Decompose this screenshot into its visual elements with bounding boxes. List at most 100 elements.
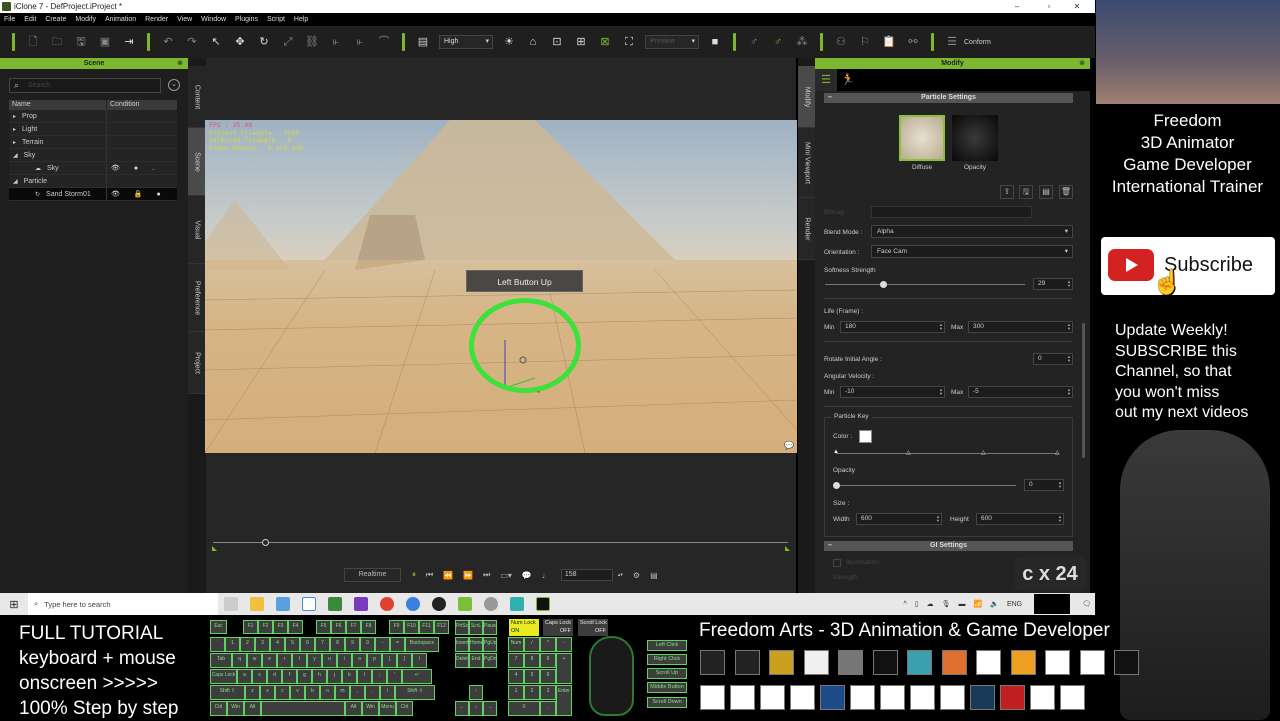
tab-project[interactable]: Project	[188, 332, 206, 394]
tree-row[interactable]: ◢ Particle	[9, 175, 177, 188]
color-swatch[interactable]	[859, 430, 872, 443]
bone-icon[interactable]: ♂	[747, 35, 761, 49]
modify-scrollbar[interactable]	[1082, 323, 1085, 458]
load-texture-icon[interactable]: ⇪	[1000, 185, 1014, 199]
height-input[interactable]: 600 ▲ ▼	[976, 513, 1064, 525]
scene-search-input[interactable]: ⌕ Search	[9, 78, 161, 93]
pick-parent-icon[interactable]: ⛓	[305, 35, 319, 49]
settings-gear-icon[interactable]: ⚙	[633, 571, 640, 580]
close-panel-icon[interactable]: ⊗	[177, 58, 183, 69]
3d-viewport[interactable]: FPS : 25.09 Project Triangle : 3205 Sele…	[205, 120, 797, 453]
filter-icon[interactable]: ⌄	[168, 79, 180, 91]
menu-create[interactable]: Create	[45, 16, 66, 23]
frame-number-input[interactable]: 158	[560, 569, 613, 581]
network-icon[interactable]: ⚇	[834, 35, 848, 49]
close-panel-icon[interactable]: ⊗	[1079, 58, 1085, 69]
realtime-dropdown[interactable]: Realtime	[344, 568, 401, 582]
expand-arrow-icon[interactable]: ▸	[13, 127, 16, 133]
windows-start-icon[interactable]: ⊞	[0, 598, 28, 611]
zoom-extent-icon[interactable]: ⛶	[622, 35, 636, 49]
export-icon[interactable]: ⇥	[122, 35, 136, 49]
sliders-icon[interactable]: ☰	[815, 69, 837, 91]
constraint-icon[interactable]: ⚯	[906, 35, 920, 49]
maximize-button[interactable]: ▫	[1037, 0, 1061, 13]
menu-plugins[interactable]: Plugins	[235, 16, 258, 23]
align-center-icon[interactable]: ⫦	[353, 35, 367, 49]
close-button[interactable]: ✕	[1065, 0, 1089, 13]
rotate-icon[interactable]: ↻	[257, 35, 271, 49]
conform-button[interactable]: Conform	[964, 39, 991, 46]
3d-app-icon[interactable]	[484, 597, 498, 611]
battery-icon[interactable]: ▬	[959, 601, 966, 608]
column-name[interactable]: Name	[9, 100, 107, 110]
new-file-icon[interactable]: 🗋	[26, 35, 40, 49]
move-icon[interactable]: ✥	[233, 35, 247, 49]
redo-icon[interactable]: ↷	[185, 35, 199, 49]
layout-icon[interactable]: ▤	[416, 35, 430, 49]
life-min-input[interactable]: 180 ▲ ▼	[840, 321, 945, 333]
opacity-slider[interactable]	[836, 485, 1016, 486]
onedrive-icon[interactable]: ☁	[927, 600, 934, 608]
spring-icon[interactable]: ⁂	[795, 35, 809, 49]
microphone-icon[interactable]: 🎙	[942, 600, 951, 608]
tree-row-condition[interactable]	[107, 123, 177, 135]
camera-icon[interactable]: ■	[708, 35, 722, 49]
tab-render[interactable]: Render	[798, 198, 816, 260]
teal-app-icon[interactable]	[510, 597, 524, 611]
expand-arrow-icon[interactable]: ◢	[13, 153, 18, 159]
file-explorer-icon[interactable]	[250, 597, 264, 611]
menu-edit[interactable]: Edit	[24, 16, 36, 23]
pause-icon[interactable]: ⏸	[412, 570, 416, 580]
eyelash-icon[interactable]: ⌒	[377, 35, 391, 49]
quality-dropdown[interactable]: High	[439, 35, 493, 49]
width-input[interactable]: 600 ▲ ▼	[856, 513, 942, 525]
caption-icon[interactable]: 💬	[784, 441, 794, 450]
menu-window[interactable]: Window	[201, 16, 226, 23]
menu-render[interactable]: Render	[145, 16, 168, 23]
particle-settings-header[interactable]: – Particle Settings	[824, 93, 1073, 103]
tree-row-condition[interactable]: 👁 ● .	[107, 162, 177, 174]
open-folder-icon[interactable]: 🗀	[50, 35, 64, 49]
volume-icon[interactable]: 🔈	[990, 600, 999, 608]
taskbar-search-input[interactable]: ⌕ Type here to search	[28, 593, 218, 615]
loop-mode-icon[interactable]: ▭▾	[500, 571, 512, 580]
tree-row[interactable]: ☁ Sky 👁 ● .	[9, 162, 177, 175]
key-marker[interactable]: ▲	[833, 449, 839, 455]
rotate-angle-input[interactable]: 0 ▲ ▼	[1033, 353, 1073, 365]
key-marker[interactable]: △	[1055, 449, 1060, 456]
opacity-slider-knob[interactable]	[833, 482, 840, 489]
skip-end-icon[interactable]: ⏭	[483, 570, 490, 580]
align-left-icon[interactable]: ⫦	[329, 35, 343, 49]
language-indicator[interactable]: ENG	[1007, 601, 1022, 608]
undo-icon[interactable]: ↶	[161, 35, 175, 49]
save-icon[interactable]: 🖫	[74, 35, 88, 49]
render-icon[interactable]: ▣	[98, 35, 112, 49]
diffuse-texture-slot[interactable]	[899, 115, 945, 161]
tree-row[interactable]: ↻ Sand Storm01 👁 🔒 ●	[9, 188, 177, 201]
select-arrow-icon[interactable]: ↖	[209, 35, 223, 49]
nb-app-icon[interactable]	[328, 597, 342, 611]
opacity-input[interactable]: 0 ▲ ▼	[1024, 479, 1064, 491]
notification-icon[interactable]: 🗨	[1082, 600, 1091, 608]
task-view-icon[interactable]	[224, 597, 238, 611]
chrome-canary-icon[interactable]	[406, 597, 420, 611]
tree-row[interactable]: ▸ Terrain	[9, 136, 177, 149]
wifi-icon[interactable]: 📶	[974, 600, 983, 608]
angular-min-input[interactable]: -10 ▲ ▼	[840, 386, 945, 398]
previous-frame-icon[interactable]: ⏪	[443, 571, 453, 580]
scale-icon[interactable]: ⤢	[281, 35, 295, 49]
gizmo-icon[interactable]: ⊠	[598, 35, 612, 49]
timeline-scrubber[interactable]	[261, 539, 269, 546]
home-camera-icon[interactable]: ⌂	[526, 35, 540, 49]
music-note-icon[interactable]: ♩	[542, 571, 550, 580]
key-marker[interactable]: △	[906, 449, 911, 456]
tab-content[interactable]: Content	[188, 66, 206, 128]
next-frame-icon[interactable]: ⏩	[463, 571, 473, 580]
menu-help[interactable]: Help	[294, 16, 308, 23]
timeline-panel-icon[interactable]: ▤	[650, 571, 658, 580]
delete-texture-icon[interactable]: 🗑	[1059, 185, 1073, 199]
tree-row[interactable]: ◢ Sky	[9, 149, 177, 162]
chrome-icon[interactable]	[380, 597, 394, 611]
softness-input[interactable]: 29 ▲ ▼	[1033, 278, 1073, 290]
orientation-dropdown[interactable]: Face Cam	[871, 245, 1073, 258]
